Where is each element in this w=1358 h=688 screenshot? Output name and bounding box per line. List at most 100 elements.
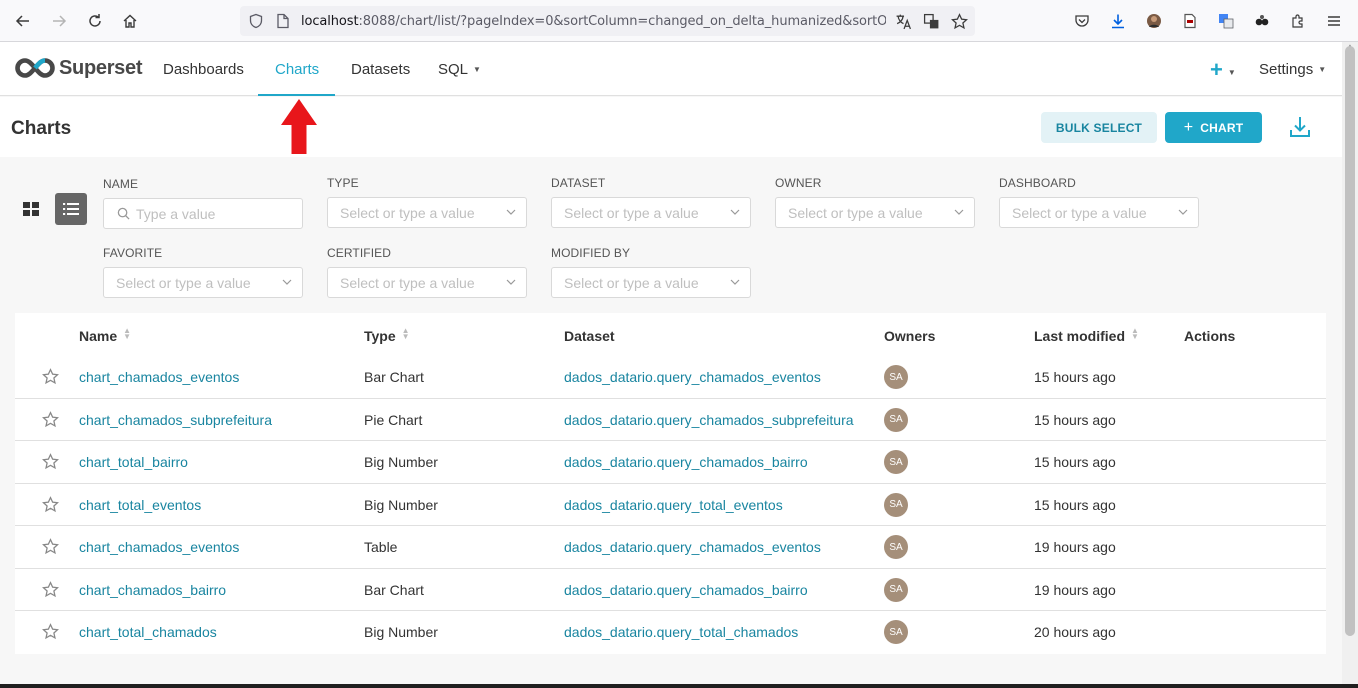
filter-dashboard-select[interactable]: Select or type a value [999,197,1199,228]
last-modified: 20 hours ago [1034,624,1116,640]
superset-logo[interactable]: Superset [14,56,142,80]
column-header-type[interactable]: Type ▲ ▼ [364,327,410,345]
chart-name-link[interactable]: chart_total_eventos [79,497,201,513]
favorite-star-icon[interactable] [42,368,59,385]
profile-avatar-icon[interactable] [1145,12,1163,30]
extensions-puzzle-icon[interactable] [1289,12,1307,30]
chart-name-link[interactable]: chart_chamados_bairro [79,582,226,598]
chart-type: Bar Chart [364,369,424,385]
caret-down-icon: ▼ [473,65,481,74]
filter-modified-by-label: MODIFIED BY [551,246,631,260]
chevron-down-icon [506,209,516,215]
page-info-icon[interactable] [276,13,290,29]
filter-name-input[interactable]: Type a value [103,198,303,229]
home-icon[interactable] [117,8,143,34]
filter-certified-select[interactable]: Select or type a value [327,267,527,298]
filter-dashboard: DASHBOARD Select or type a value [999,176,1199,228]
owner-avatar[interactable]: SA [884,365,908,389]
last-modified: 15 hours ago [1034,411,1116,428]
dataset-link[interactable]: dados_datario.query_chamados_eventos [564,369,821,385]
translate-page-icon[interactable] [923,13,940,30]
last-modified: 15 hours ago [1034,454,1116,470]
charts-table: Name ▲ ▼ Type ▲ ▼ Dataset Owners Last modifi… [15,313,1326,654]
owner-avatar[interactable]: SA [884,620,908,644]
favorite-star-icon[interactable] [42,410,59,428]
favorite-star-icon[interactable] [42,580,59,598]
filter-name-label: NAME [103,177,139,191]
owner-avatar[interactable]: SA [884,577,908,602]
chart-name-link[interactable]: chart_chamados_eventos [79,539,239,555]
pdf-extension-icon[interactable] [1181,12,1199,30]
add-chart-label: CHART [1200,120,1244,135]
settings-menu[interactable]: Settings ▼ [1259,61,1326,78]
favorite-star-icon[interactable] [42,538,59,555]
caret-down-icon: ▼ [1227,68,1236,77]
extension-glasses-icon[interactable] [1253,12,1271,30]
logo-text: Superset [59,56,143,79]
dataset-link[interactable]: dados_datario.query_total_eventos [564,497,783,513]
nav-sql[interactable]: SQL ▼ [438,61,481,78]
translate-icon[interactable] [895,13,912,30]
dataset-link[interactable]: dados_datario.query_chamados_bairro [564,582,808,598]
nav-dashboards[interactable]: Dashboards [163,61,244,78]
os-taskbar-edge [0,684,1358,688]
nav-datasets[interactable]: Datasets [351,61,410,78]
filter-modified-by-select[interactable]: Select or type a value [551,267,751,298]
shield-icon[interactable] [248,13,264,29]
favorite-star-icon[interactable] [42,623,59,640]
bulk-select-button[interactable]: BULK SELECT [1041,112,1157,143]
favorite-star-icon[interactable] [42,453,59,470]
filter-owner: OWNER Select or type a value [775,176,975,228]
app-navbar: Superset Dashboards Charts Datasets SQL ▼… [0,42,1342,96]
import-download-icon[interactable] [1286,113,1314,141]
download-icon[interactable] [1109,12,1127,30]
table-row: chart_chamados_subprefeitura Pie Chart dad… [15,399,1326,441]
chart-name-link[interactable]: chart_chamados_eventos [79,369,239,385]
url-text[interactable]: localhost:8088/chart/list/?pageIndex=0&s… [301,14,886,29]
pocket-icon[interactable] [1073,12,1091,30]
column-header-last-modified[interactable]: Last modified ▲ ▼ [1034,327,1139,345]
table-row: chart_total_eventos Big Number dados_datar… [15,484,1326,526]
filter-owner-select[interactable]: Select or type a value [775,197,975,228]
owner-avatar[interactable]: SA [884,450,908,474]
chevron-down-icon [1178,209,1188,215]
settings-label: Settings [1259,61,1314,78]
add-chart-button[interactable]: + CHART [1165,112,1262,143]
chart-name-link[interactable]: chart_chamados_subprefeitura [79,412,272,428]
url-bar[interactable]: localhost:8088/chart/list/?pageIndex=0&s… [240,6,975,36]
filter-type-select[interactable]: Select or type a value [327,197,527,228]
dataset-link[interactable]: dados_datario.query_chamados_eventos [564,539,821,555]
dataset-link[interactable]: dados_datario.query_chamados_bairro [564,454,808,470]
column-header-name[interactable]: Name ▲ ▼ [79,327,131,345]
translate-extension-icon[interactable] [1217,12,1235,30]
owner-avatar[interactable]: SA [884,492,908,517]
favorite-star-icon[interactable] [42,495,59,513]
filter-favorite-select[interactable]: Select or type a value [103,267,303,298]
page-scrollbar[interactable]: ▲ [1342,42,1358,688]
chart-type: Big Number [364,496,438,513]
chart-name-link[interactable]: chart_total_chamados [79,624,217,640]
card-view-toggle[interactable] [15,193,47,225]
owner-avatar[interactable]: SA [884,535,908,559]
filter-owner-label: OWNER [775,176,822,190]
owner-avatar[interactable]: SA [884,407,908,432]
plus-icon: + [1183,118,1194,136]
hamburger-menu-icon[interactable] [1325,12,1343,30]
list-view-toggle[interactable] [55,193,87,225]
page-title: Charts [11,118,72,139]
forward-icon[interactable] [46,8,72,34]
dataset-link[interactable]: dados_datario.query_chamados_subprefeitu… [564,412,854,428]
filter-dashboard-placeholder: Select or type a value [1012,205,1147,221]
chart-name-link[interactable]: chart_total_bairro [79,454,188,470]
filter-name-placeholder: Type a value [136,206,216,222]
scrollbar-thumb[interactable] [1345,46,1355,636]
reload-icon[interactable] [82,8,108,34]
dataset-link[interactable]: dados_datario.query_total_chamados [564,624,798,640]
new-item-menu[interactable]: + ▼ [1210,57,1236,83]
nav-charts[interactable]: Charts [275,61,319,78]
table-row: chart_total_chamados Big Number dados_data… [15,611,1326,654]
filter-type-placeholder: Select or type a value [340,205,475,221]
bookmark-star-icon[interactable] [951,13,968,30]
filter-dataset-select[interactable]: Select or type a value [551,197,751,228]
back-icon[interactable] [10,8,36,34]
